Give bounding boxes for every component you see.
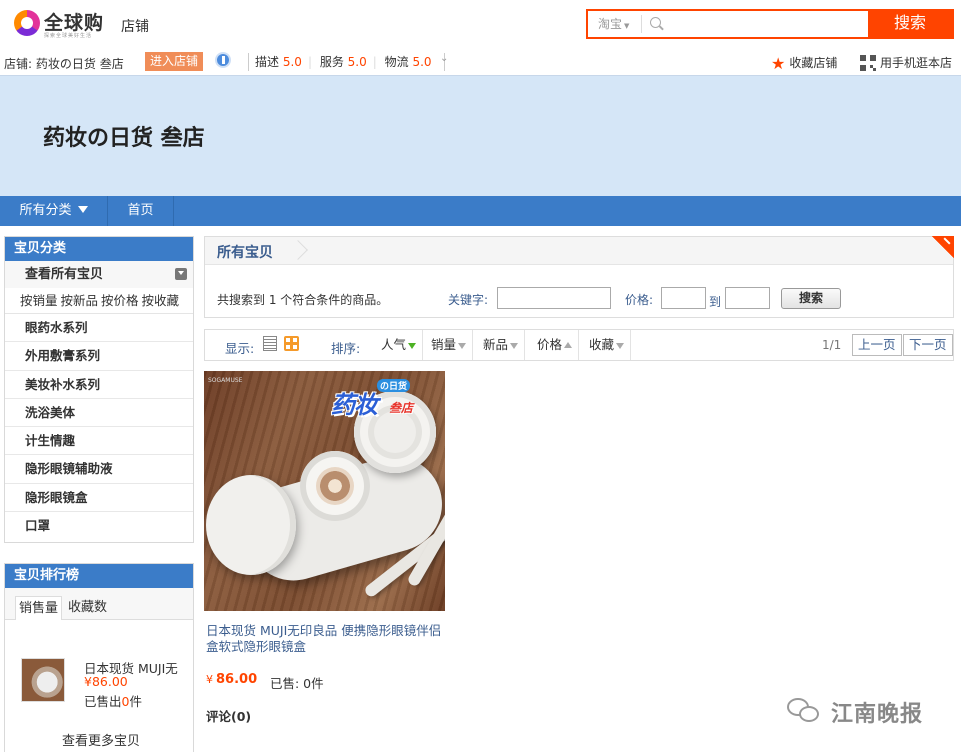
sort-by-favorites-link[interactable]: 按收藏 — [142, 293, 180, 308]
list-view-icon[interactable] — [263, 336, 277, 351]
sort-by-new-link[interactable]: 按新品 — [61, 293, 99, 308]
caret-down-icon — [77, 206, 88, 213]
arrow-down-icon — [510, 343, 519, 349]
section-header: 所有宝贝 — [205, 237, 953, 265]
shop-nav: 所有分类 首页 — [0, 196, 961, 226]
product-comments-link[interactable]: 评论(0) — [206, 706, 251, 725]
chevron-down-icon: ▼ — [624, 22, 630, 30]
ranking-item-sold: 已售出0件 — [84, 694, 142, 709]
category-panel-title: 宝贝分类 — [5, 237, 193, 261]
sort-bar: 显示: 排序: 人气 销量 新品 价格 收藏 1/1 上一页 下一页 — [204, 329, 954, 361]
category-panel: 宝贝分类 查看所有宝贝 按销量 按新品 按价格 按收藏 眼药水系列 外用敷膏系列 美妆… — [4, 236, 194, 543]
category-sort-links: 按销量 按新品 按价格 按收藏 — [5, 288, 193, 314]
category-item[interactable]: 美妆补水系列 — [5, 371, 193, 399]
ranking-panel-title: 宝贝排行榜 — [5, 564, 193, 588]
keyword-label: 关键字: — [448, 293, 489, 307]
arrow-down-icon — [408, 343, 417, 349]
shop-ratings: 描述 5.0 | 服务 5.0 | 物流 5.0 — [248, 53, 445, 71]
next-page-button[interactable]: 下一页 — [903, 334, 953, 356]
sort-label: 排序: — [331, 341, 361, 356]
sort-by-price-link[interactable]: 按价格 — [101, 293, 139, 308]
category-item[interactable]: 洗浴美体 — [5, 399, 193, 428]
chevron-down-icon[interactable]: ⌄ — [440, 53, 448, 64]
sort-new[interactable]: 新品 — [477, 330, 526, 360]
price-to-label: 到 — [709, 295, 722, 309]
view-all-items-link[interactable]: 查看所有宝贝 — [5, 261, 193, 288]
display-label: 显示: — [225, 341, 255, 356]
ranking-item[interactable]: 日本现货 MUJI无 ¥86.00 已售出0件 — [21, 658, 191, 709]
tab-favorites[interactable]: 收藏数 — [65, 596, 110, 620]
category-item[interactable]: 隐形眼镜辅助液 — [5, 455, 193, 484]
rating-score: 5.0 — [282, 55, 302, 69]
shop-info-bar: 店铺: 药妆の日货 叁店 进入店铺 描述 5.0 | 服务 5.0 | 物流 5.0… — [0, 50, 961, 74]
sort-by-sales-link[interactable]: 按销量 — [20, 293, 58, 308]
favorite-store-link[interactable]: ★ 收藏店铺 — [771, 54, 837, 73]
shop-watermark-logo: 药妆 の日货 叁店 — [331, 379, 435, 419]
breadcrumb-arrow — [288, 240, 308, 260]
ranking-panel: 宝贝排行榜 销售量 收藏数 日本现货 MUJI无 ¥86.00 已售出0件 查看… — [4, 563, 194, 752]
category-item[interactable]: 计生情趣 — [5, 427, 193, 456]
product-price: ¥86.00 — [206, 672, 258, 687]
contact-lens — [316, 467, 354, 505]
search-box: 淘宝 ▼ 搜索 — [586, 9, 954, 39]
corner-flag-icon — [932, 236, 954, 258]
enter-shop-button[interactable]: 进入店铺 — [145, 52, 204, 71]
qr-code-icon — [860, 55, 876, 71]
prev-page-button[interactable]: 上一页 — [852, 334, 902, 356]
shop-label: 店铺 — [121, 19, 149, 35]
logo-text: 全球购 — [44, 12, 105, 34]
rating-score: 5.0 — [347, 55, 367, 69]
sort-sales[interactable]: 销量 — [425, 330, 474, 360]
keyword-input[interactable] — [497, 287, 611, 309]
section-title: 所有宝贝 — [217, 245, 273, 261]
search-result-summary: 共搜索到 1 个符合条件的商品。 — [217, 293, 389, 307]
star-icon: ★ — [771, 54, 786, 73]
sort-popularity[interactable]: 人气 — [375, 330, 424, 360]
arrow-down-icon — [458, 343, 467, 349]
search-panel: 所有宝贝 共搜索到 1 个符合条件的商品。 关键字: 价格: 到 搜索 — [204, 236, 954, 318]
ranking-item-thumbnail[interactable] — [21, 658, 65, 702]
sort-price[interactable]: 价格 — [531, 330, 580, 360]
wechat-icon — [787, 698, 821, 724]
price-max-input[interactable] — [725, 287, 770, 309]
banner-title: 药妆の日货 叁店 — [43, 126, 205, 151]
logo-tagline: 探索全球美好生活 — [44, 33, 93, 39]
logo-icon — [14, 10, 40, 36]
ranking-item-price: ¥86.00 — [84, 674, 128, 689]
top-header: 全球购 探索全球美好生活 店铺 淘宝 ▼ 搜索 — [0, 0, 961, 48]
search-icon — [650, 17, 661, 28]
shop-banner: 药妆の日货 叁店 — [0, 75, 961, 196]
watermark-text: 江南晚报 — [831, 702, 924, 727]
grid-view-icon[interactable] — [284, 336, 299, 351]
nav-home[interactable]: 首页 — [108, 196, 174, 226]
rating-score: 5.0 — [412, 55, 432, 69]
arrow-down-icon — [616, 343, 625, 349]
search-button[interactable]: 搜索 — [868, 11, 952, 37]
product-name-link[interactable]: 日本现货 MUJI无印良品 便携隐形眼镜伴侣盒软式隐形眼镜盒 — [206, 623, 446, 655]
category-item[interactable]: 外用敷膏系列 — [5, 342, 193, 371]
price-label: 价格: — [625, 293, 654, 307]
category-item[interactable]: 眼药水系列 — [5, 314, 193, 343]
product-image[interactable]: SOGAMUSE 药妆 の日货 叁店 — [204, 371, 445, 611]
tab-sales[interactable]: 销售量 — [15, 596, 63, 620]
sort-favorites[interactable]: 收藏 — [583, 330, 632, 360]
shop-name: 店铺: 药妆の日货 叁店 — [4, 57, 124, 71]
mobile-store-link[interactable]: 用手机逛本店 — [860, 54, 952, 71]
price-min-input[interactable] — [661, 287, 706, 309]
view-more-items-link[interactable]: 查看更多宝贝 — [62, 730, 140, 749]
image-brand-text: SOGAMUSE — [208, 377, 243, 384]
ranking-tabs: 销售量 收藏数 — [5, 588, 193, 620]
search-scope-select[interactable]: 淘宝 ▼ — [592, 15, 642, 33]
global-buy-logo[interactable]: 全球购 探索全球美好生活 — [14, 8, 110, 40]
search-input[interactable] — [668, 14, 868, 34]
nav-all-categories[interactable]: 所有分类 — [0, 196, 108, 226]
category-item[interactable]: 口罩 — [5, 512, 193, 540]
collapse-icon[interactable] — [175, 268, 187, 280]
filter-search-button[interactable]: 搜索 — [781, 288, 841, 309]
arrow-up-icon — [564, 342, 573, 348]
page-count: 1/1 — [822, 338, 842, 352]
shop-badge-icon[interactable] — [215, 52, 231, 68]
product-sold: 已售: 0件 — [270, 676, 324, 691]
category-item[interactable]: 隐形眼镜盒 — [5, 484, 193, 513]
